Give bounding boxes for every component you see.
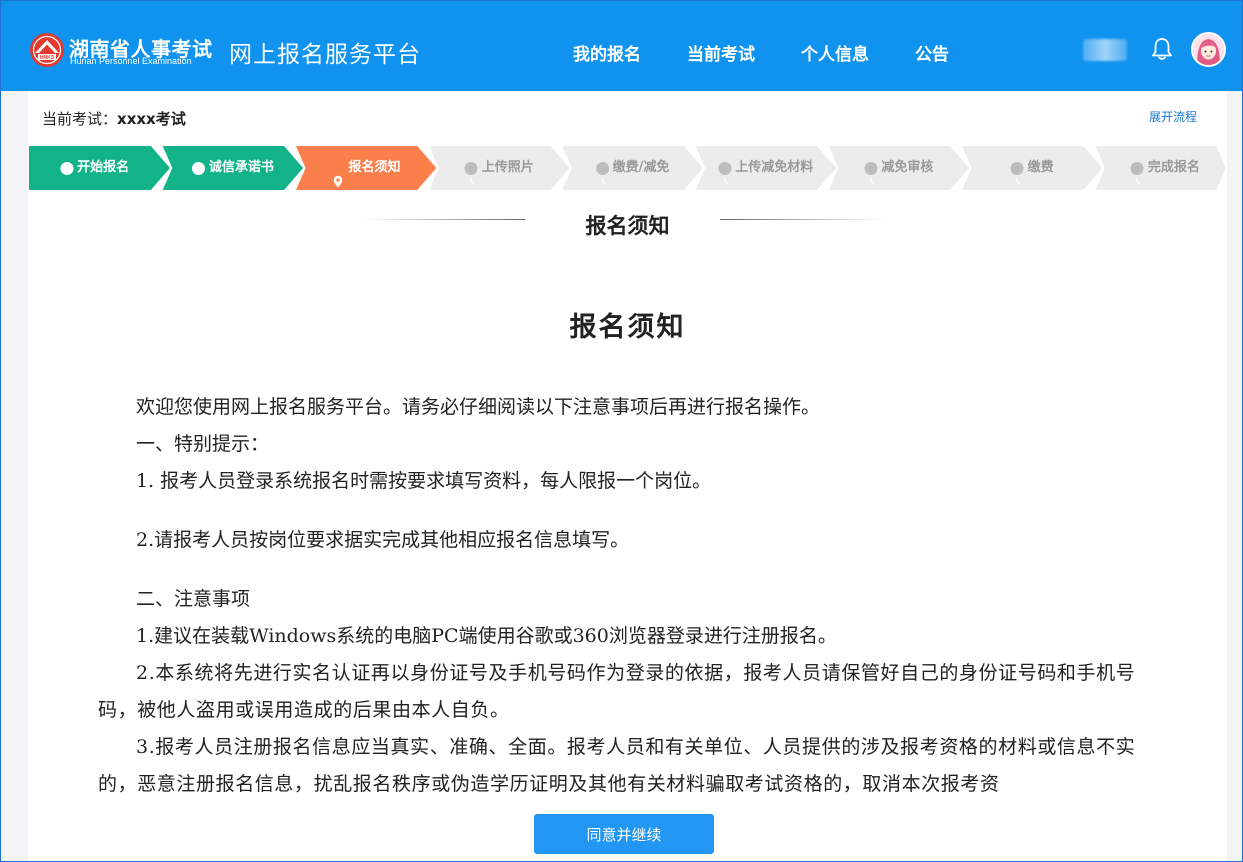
avatar-illustration-icon bbox=[1193, 34, 1224, 65]
notice-paragraph: 3.报考人员注册报名信息应当真实、准确、全面。报考人员和有关单位、人员提供的涉及… bbox=[98, 736, 1136, 795]
step-label-text: 上传减免材料 bbox=[735, 160, 814, 175]
document-title: 报名须知 bbox=[569, 312, 686, 343]
hnks-emblem-icon: HNKS bbox=[30, 33, 64, 67]
main-card: 当前考试：xxxx考试 展开流程 开始报名 诚信承诺书 报名须知 上传照片 缴费/减免上… bbox=[28, 91, 1227, 861]
username-redacted[interactable] bbox=[1083, 39, 1127, 61]
nav-my-registration[interactable]: 我的报名 bbox=[573, 40, 641, 65]
app-window: HNKS 湖南省人事考试 Hunan Personnel Examination… bbox=[0, 0, 1243, 862]
clock-icon bbox=[1010, 161, 1024, 184]
step-label-text: 缴费 bbox=[1027, 160, 1054, 175]
logo-english-name: Hunan Personnel Examination bbox=[70, 56, 192, 66]
notice-paragraph: 2.本系统将先进行实名认证再以身份证号及手机号码作为登录的依据，报考人员请保管好… bbox=[98, 662, 1136, 721]
bell-icon[interactable] bbox=[1151, 37, 1173, 61]
logo-mark-text: HNKS bbox=[40, 55, 55, 61]
check-circle-icon bbox=[60, 161, 74, 185]
step-label-text: 报名须知 bbox=[348, 160, 401, 175]
notice-heading: 二、注意事项 bbox=[136, 588, 251, 610]
clock-icon bbox=[464, 161, 478, 184]
nav-personal-info[interactable]: 个人信息 bbox=[801, 40, 869, 65]
notice-paragraph: 1. 报考人员登录系统报名时需按要求填写资料，每人限报一个岗位。 bbox=[136, 470, 712, 492]
clock-icon bbox=[595, 161, 609, 184]
section-title: 报名须知 bbox=[585, 214, 670, 238]
expand-process-link[interactable]: 展开流程 bbox=[1149, 108, 1197, 125]
notice-document: 欢迎您使用网上报名服务平台。请务必仔细阅读以下注意事项后再进行报名操作。 一、特… bbox=[98, 389, 1148, 795]
step-label-text: 诚信承诺书 bbox=[208, 160, 274, 175]
step-2[interactable]: 诚信承诺书 bbox=[191, 145, 274, 191]
clock-icon bbox=[1130, 161, 1144, 184]
platform-title: 网上报名服务平台 bbox=[229, 42, 421, 68]
notice-heading: 一、特别提示： bbox=[136, 433, 270, 455]
current-exam-label: 当前考试： bbox=[42, 110, 118, 128]
step-7[interactable]: 减免审核 bbox=[864, 145, 933, 191]
step-8[interactable]: 缴费 bbox=[1010, 145, 1054, 191]
step-4[interactable]: 上传照片 bbox=[464, 145, 534, 191]
step-3[interactable]: 报名须知 bbox=[332, 145, 401, 191]
user-avatar[interactable] bbox=[1191, 32, 1226, 67]
registration-steps: 开始报名 诚信承诺书 报名须知 上传照片 缴费/减免 上传减免材料 减免审核 缴费 完成报名 bbox=[28, 145, 1227, 191]
notice-paragraph: 1.建议在装载Windows系统的电脑PC端使用谷歌或360浏览器登录进行注册报… bbox=[136, 625, 837, 647]
nav-current-exam[interactable]: 当前考试 bbox=[687, 40, 755, 65]
step-9[interactable]: 完成报名 bbox=[1130, 145, 1200, 191]
notice-paragraph: 2.请报考人员按岗位要求据实完成其他相应报名信息填写。 bbox=[136, 529, 630, 551]
notice-paragraph: 欢迎您使用网上报名服务平台。请务必仔细阅读以下注意事项后再进行报名操作。 bbox=[136, 396, 821, 418]
agree-continue-button[interactable]: 同意并继续 bbox=[534, 814, 714, 854]
step-label-text: 开始报名 bbox=[77, 160, 130, 175]
top-header: HNKS 湖南省人事考试 Hunan Personnel Examination… bbox=[1, 1, 1242, 91]
step-label-text: 缴费/减免 bbox=[612, 160, 670, 175]
clock-icon bbox=[718, 161, 732, 184]
current-exam-name: xxxx考试 bbox=[117, 110, 186, 128]
check-circle-icon bbox=[191, 161, 205, 185]
clock-icon bbox=[864, 161, 878, 184]
step-1[interactable]: 开始报名 bbox=[60, 145, 129, 191]
current-exam-info: 当前考试：xxxx考试 bbox=[42, 108, 186, 129]
step-6[interactable]: 上传减免材料 bbox=[718, 145, 813, 191]
step-5[interactable]: 缴费/减免 bbox=[595, 145, 670, 191]
step-label-text: 上传照片 bbox=[481, 160, 534, 175]
nav-announcements[interactable]: 公告 bbox=[915, 40, 949, 65]
step-label-text: 完成报名 bbox=[1147, 160, 1200, 175]
step-label-text: 减免审核 bbox=[881, 160, 934, 175]
location-pin-icon bbox=[332, 162, 345, 187]
